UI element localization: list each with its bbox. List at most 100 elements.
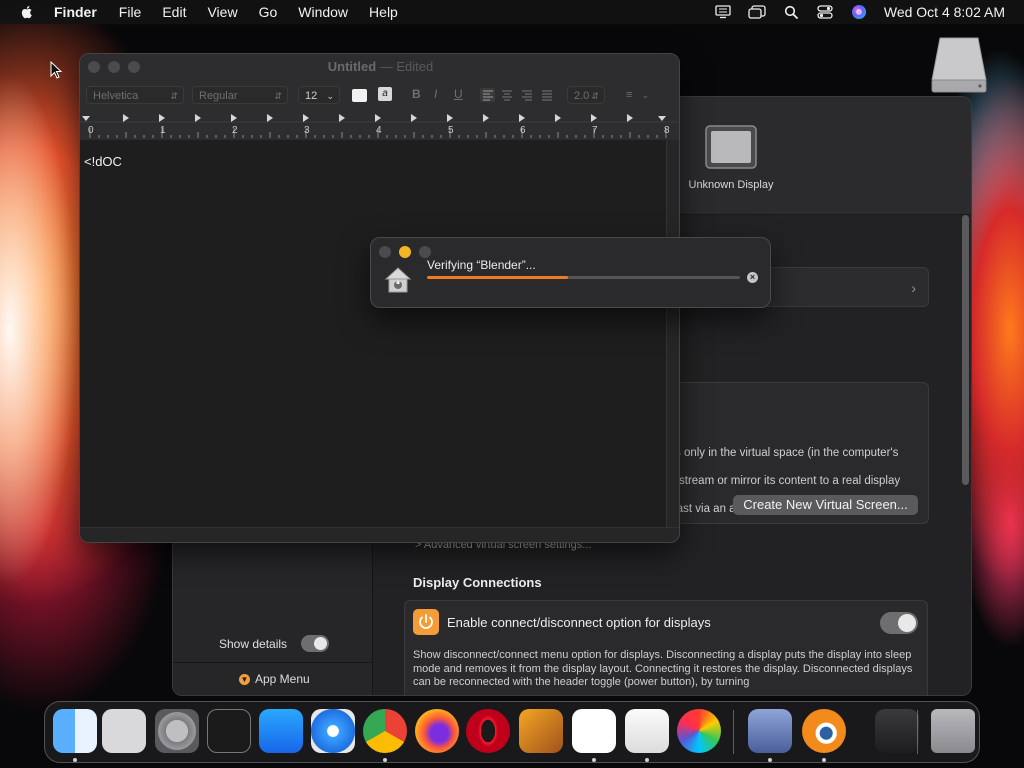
italic-button[interactable]: I (434, 87, 437, 101)
right-indent-marker[interactable] (658, 116, 666, 121)
font-family-select[interactable]: Helvetica ⇵ (86, 86, 184, 104)
stepper-arrows-icon: ⇵ (170, 91, 178, 101)
color-picker-icon[interactable] (677, 709, 721, 753)
blender-icon[interactable] (802, 709, 846, 753)
textedit-icon[interactable] (625, 709, 669, 753)
launchpad-icon[interactable] (102, 709, 146, 753)
bold-button[interactable]: B (412, 87, 421, 101)
horizontal-scrollbar[interactable] (80, 527, 679, 542)
display-app-icon[interactable] (748, 709, 792, 753)
menu-window[interactable]: Window (298, 4, 348, 20)
display-icon[interactable] (705, 125, 757, 169)
verifying-label: Verifying “Blender”... (427, 258, 536, 272)
document-body[interactable]: <!dOC (80, 140, 666, 527)
settings-scrollbar[interactable] (961, 215, 970, 495)
dialog-zoom-button[interactable] (419, 246, 431, 258)
left-indent-marker[interactable] (82, 116, 90, 121)
tab-stop-marker[interactable] (483, 114, 489, 122)
menu-help[interactable]: Help (369, 4, 398, 20)
align-left-icon (480, 88, 495, 102)
align-right-icon (522, 90, 532, 101)
power-icon (413, 609, 439, 635)
tab-stop-marker[interactable] (555, 114, 561, 122)
tab-stop-marker[interactable] (339, 114, 345, 122)
spotlight-search-icon[interactable] (782, 4, 800, 20)
verify-progress-fill (427, 276, 568, 279)
archive-utility-icon (384, 267, 412, 293)
siri-icon[interactable] (850, 4, 868, 20)
opera-icon[interactable] (466, 709, 510, 753)
chevron-down-icon: ⌄ (641, 90, 649, 100)
garageband-icon[interactable] (519, 709, 563, 753)
stage-manager-icon[interactable] (748, 4, 766, 20)
tab-stop-marker[interactable] (375, 114, 381, 122)
list-style-select[interactable]: ≡ ⌄ (620, 86, 654, 104)
firefox-icon[interactable] (415, 709, 459, 753)
control-center-icon[interactable] (816, 4, 834, 20)
app-menu-label: App Menu (255, 672, 310, 686)
menu-bar-clock[interactable]: Wed Oct 4 8:02 AM (884, 4, 1005, 20)
downloads-stack-icon[interactable] (875, 709, 919, 753)
trash-icon[interactable] (931, 709, 975, 753)
create-virtual-screen-button[interactable]: Create New Virtual Screen... (733, 495, 918, 515)
document-name: Untitled (327, 59, 377, 74)
running-indicator (73, 758, 77, 762)
settings-scrollbar-thumb[interactable] (962, 215, 969, 485)
dock (44, 701, 980, 763)
text-color-well[interactable] (352, 89, 367, 102)
font-size-combo[interactable]: 12 ⌄ (298, 86, 340, 104)
tab-stop-marker[interactable] (267, 114, 273, 122)
underline-button[interactable]: U (454, 87, 463, 101)
font-style-select[interactable]: Regular ⇵ (192, 86, 288, 104)
chrome-icon[interactable] (363, 709, 407, 753)
tab-stop-marker[interactable] (447, 114, 453, 122)
mouse-pointer-icon (50, 61, 62, 79)
cancel-verify-icon[interactable]: × (747, 272, 758, 283)
dialog-minimize-button[interactable] (399, 246, 411, 258)
list-icon: ≡ (626, 89, 633, 101)
menu-view[interactable]: View (207, 4, 237, 20)
app-menu-finder[interactable]: Finder (54, 4, 97, 20)
finder-icon[interactable] (53, 709, 97, 753)
line-spacing-value: 2.0 (574, 90, 590, 102)
ruler-number: 6 (520, 125, 526, 136)
ruler-number: 8 (664, 125, 670, 136)
show-details-toggle[interactable] (301, 635, 329, 652)
menu-go[interactable]: Go (259, 4, 278, 20)
tab-stop-marker[interactable] (195, 114, 201, 122)
verifying-dialog: Verifying “Blender”... × (370, 237, 771, 308)
ruler-number: 4 (376, 125, 382, 136)
apple-logo-icon[interactable] (19, 4, 35, 20)
menu-file[interactable]: File (119, 4, 142, 20)
menu-edit[interactable]: Edit (162, 4, 186, 20)
dialog-close-button[interactable] (379, 246, 391, 258)
app-menu-icon: ▼ (239, 674, 250, 685)
external-drive-icon[interactable] (930, 36, 988, 96)
running-indicator (768, 758, 772, 762)
tab-stop-marker[interactable] (627, 114, 633, 122)
screen-mirroring-icon[interactable] (714, 4, 732, 20)
system-settings-icon[interactable] (155, 709, 199, 753)
window-title: Untitled — Edited (80, 59, 679, 74)
app-store-icon[interactable] (259, 709, 303, 753)
running-indicator (592, 758, 596, 762)
background-color-icon[interactable]: a (378, 87, 392, 101)
tab-stop-marker[interactable] (411, 114, 417, 122)
terminal-icon[interactable] (207, 709, 251, 753)
chevron-down-icon: ⌄ (326, 91, 334, 101)
display-name-label: Unknown Display (688, 179, 774, 191)
tab-stop-marker[interactable] (123, 114, 129, 122)
tab-stop-marker[interactable] (591, 114, 597, 122)
tab-stop-marker[interactable] (303, 114, 309, 122)
ruler-number: 1 (160, 125, 166, 136)
vertical-scrollbar[interactable] (666, 140, 679, 527)
tab-stop-marker[interactable] (231, 114, 237, 122)
line-spacing-select[interactable]: 2.0 ⇵ (567, 86, 605, 104)
safari-icon[interactable] (311, 709, 355, 753)
tab-stop-marker[interactable] (159, 114, 165, 122)
tab-stop-marker[interactable] (519, 114, 525, 122)
vscode-icon[interactable] (572, 709, 616, 753)
document-text[interactable]: <!dOC (84, 154, 122, 169)
app-menu-button[interactable]: ▼ App Menu (173, 662, 373, 695)
connect-option-toggle[interactable] (880, 612, 918, 634)
